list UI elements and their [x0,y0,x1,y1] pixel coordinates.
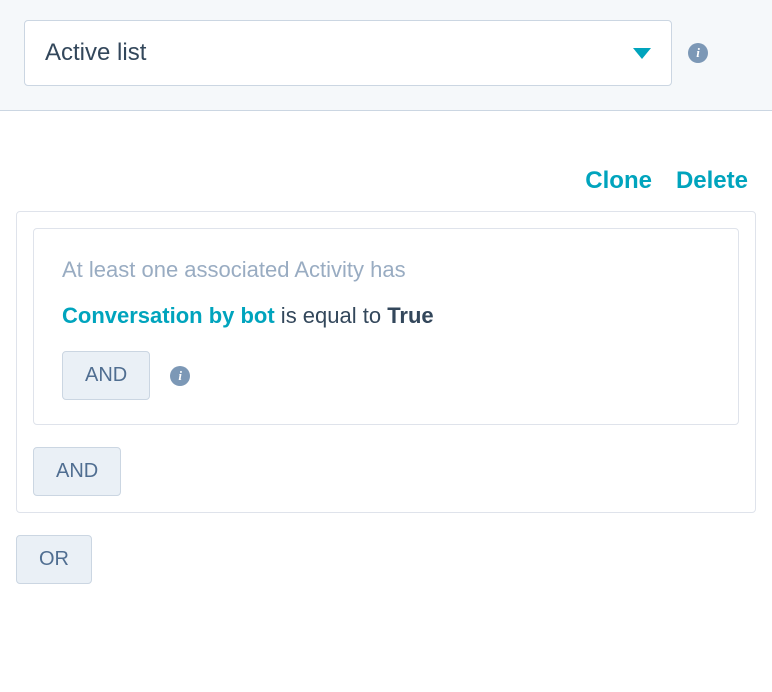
info-icon[interactable]: i [688,43,708,63]
header-section: Active list i [0,0,772,111]
or-row: OR [16,535,756,584]
filter-condition-block: At least one associated Activity has Con… [33,228,739,425]
condition-property: Conversation by bot [62,303,275,328]
filter-group: At least one associated Activity has Con… [16,211,756,513]
inner-and-button[interactable]: AND [62,351,150,400]
condition-operator: is equal to [275,303,388,328]
delete-link[interactable]: Delete [676,167,748,195]
or-button[interactable]: OR [16,535,92,584]
list-type-dropdown[interactable]: Active list [24,20,672,86]
condition-value: True [387,303,433,328]
inner-and-row: AND i [62,351,710,400]
filter-heading: At least one associated Activity has [62,257,710,283]
chevron-down-icon [633,48,651,59]
dropdown-selected-value: Active list [45,39,146,67]
outer-and-button[interactable]: AND [33,447,121,496]
filter-condition: Conversation by bot is equal to True [62,303,710,329]
actions-row: Clone Delete [0,111,772,211]
info-icon[interactable]: i [170,366,190,386]
outer-and-row: AND [33,447,739,496]
clone-link[interactable]: Clone [585,167,652,195]
